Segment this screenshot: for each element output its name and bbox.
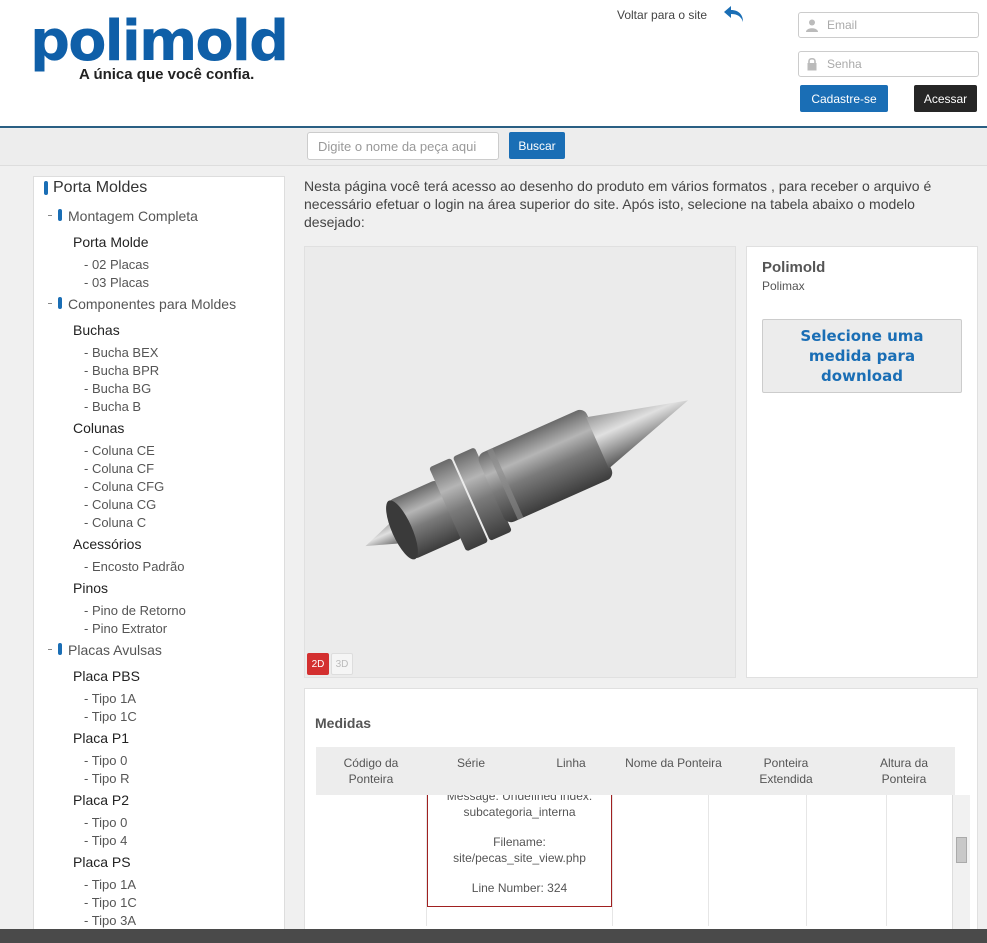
sidebar-subgroup-placa-p1[interactable]: Placa P1 — [73, 730, 129, 746]
sidebar-item-coluna-cf[interactable]: - Coluna CF — [84, 461, 154, 476]
register-button[interactable]: Cadastre-se — [800, 85, 888, 112]
medidas-title: Medidas — [315, 715, 372, 731]
medidas-panel: Medidas Código da Ponteira Série Linha N… — [304, 688, 978, 943]
product-name: Polimax — [762, 279, 805, 293]
sidebar-item-coluna-cfg[interactable]: - Coluna CFG — [84, 479, 164, 494]
sidebar-subgroup-placa-p2[interactable]: Placa P2 — [73, 792, 129, 808]
part-search-input[interactable] — [307, 132, 499, 160]
sidebar-item-coluna-c[interactable]: - Coluna C — [84, 515, 146, 530]
sidebar-item-bucha-bpr[interactable]: - Bucha BPR — [84, 363, 159, 378]
email-input[interactable] — [827, 16, 975, 34]
sidebar-subgroup-porta-molde[interactable]: Porta Molde — [73, 234, 148, 250]
scroll-thumb[interactable] — [956, 837, 967, 863]
back-to-site-link[interactable]: Voltar para o site — [617, 8, 707, 22]
category-sidebar: Porta Moldes Montagem Completa Porta Mol… — [33, 176, 285, 943]
sidebar-item-02-placas[interactable]: - 02 Placas — [84, 257, 149, 272]
sidebar-subgroup-colunas[interactable]: Colunas — [73, 420, 124, 436]
search-button[interactable]: Buscar — [509, 132, 565, 159]
sidebar-item-ps-tipo-1c[interactable]: - Tipo 1C — [84, 895, 137, 910]
sidebar-item-p1-tipo-0[interactable]: - Tipo 0 — [84, 753, 127, 768]
login-button[interactable]: Acessar — [914, 85, 977, 112]
view-2d-toggle[interactable]: 2D — [307, 653, 329, 675]
sidebar-item-bucha-bex[interactable]: - Bucha BEX — [84, 345, 158, 360]
sidebar-item-bucha-b[interactable]: - Bucha B — [84, 399, 141, 414]
sidebar-item-p2-tipo-0[interactable]: - Tipo 0 — [84, 815, 127, 830]
sidebar-title[interactable]: Porta Moldes — [53, 179, 147, 197]
email-field[interactable] — [798, 12, 979, 38]
logo-wordmark: polimold — [30, 9, 289, 74]
sidebar-item-ps-tipo-1a[interactable]: - Tipo 1A — [84, 877, 136, 892]
sidebar-item-p1-tipo-r[interactable]: - Tipo R — [84, 771, 130, 786]
col-serie[interactable]: Série — [436, 755, 506, 771]
col-nome-ponteira[interactable]: Nome da Ponteira — [616, 755, 731, 771]
select-size-download-button[interactable]: Selecione uma medida para download — [762, 319, 962, 393]
php-error-message: Message: Undefined index: subcategoria_i… — [427, 795, 612, 907]
col-codigo-ponteira[interactable]: Código da Ponteira — [326, 755, 416, 787]
table-header: Código da Ponteira Série Linha Nome da P… — [316, 747, 955, 795]
sidebar-item-coluna-cg[interactable]: - Coluna CG — [84, 497, 156, 512]
table-body: Message: Undefined index: subcategoria_i… — [316, 795, 955, 926]
error-message: Message: Undefined index: subcategoria_i… — [446, 795, 593, 819]
sidebar-item-bucha-bg[interactable]: - Bucha BG — [84, 381, 151, 396]
sidebar-group-componentes[interactable]: Componentes para Moldes — [68, 296, 236, 312]
sidebar-subgroup-placa-ps[interactable]: Placa PS — [73, 854, 131, 870]
sidebar-subgroup-placa-pbs[interactable]: Placa PBS — [73, 668, 140, 684]
col-linha[interactable]: Linha — [536, 755, 606, 771]
sidebar-item-encosto-padrao[interactable]: - Encosto Padrão — [84, 559, 184, 574]
category-marker — [44, 181, 48, 195]
password-input[interactable] — [827, 55, 975, 73]
password-field[interactable] — [798, 51, 979, 77]
sidebar-item-pbs-tipo-1c[interactable]: - Tipo 1C — [84, 709, 137, 724]
sidebar-item-pbs-tipo-1a[interactable]: - Tipo 1A — [84, 691, 136, 706]
sidebar-item-03-placas[interactable]: - 03 Placas — [84, 275, 149, 290]
product-info-panel: Polimold Polimax Selecione uma medida pa… — [746, 246, 978, 678]
sidebar-subgroup-acessorios[interactable]: Acessórios — [73, 536, 141, 552]
sidebar-item-pino-extrator[interactable]: - Pino Extrator — [84, 621, 167, 636]
reply-arrow-icon[interactable] — [722, 3, 746, 25]
sidebar-item-p2-tipo-4[interactable]: - Tipo 4 — [84, 833, 127, 848]
sidebar-subgroup-pinos[interactable]: Pinos — [73, 580, 108, 596]
intro-text: Nesta página você terá acesso ao desenho… — [304, 178, 932, 230]
view-3d-toggle[interactable]: 3D — [331, 653, 353, 675]
col-ponteira-extendida[interactable]: Ponteira Extendida — [746, 755, 826, 787]
table-scrollbar[interactable] — [952, 795, 970, 930]
logo-tagline: A única que você confia. — [79, 66, 255, 83]
user-icon — [806, 19, 818, 32]
polimold-logo[interactable]: polimold A única que você confia. — [30, 9, 289, 90]
header: polimold A única que você confia. Voltar… — [0, 0, 987, 128]
error-filename: Filename: site/pecas_site_view.php — [453, 835, 586, 865]
sidebar-subgroup-buchas[interactable]: Buchas — [73, 322, 120, 338]
lock-icon — [807, 57, 817, 71]
error-line: Line Number: 324 — [471, 881, 568, 895]
sidebar-item-ps-tipo-3a[interactable]: - Tipo 3A — [84, 913, 136, 928]
search-bar: Buscar — [0, 129, 987, 166]
sidebar-item-pino-retorno[interactable]: - Pino de Retorno — [84, 603, 186, 618]
sidebar-item-coluna-ce[interactable]: - Coluna CE — [84, 443, 155, 458]
bottom-bar — [0, 929, 987, 943]
product-viewer[interactable] — [304, 246, 736, 678]
sidebar-group-montagem-completa[interactable]: Montagem Completa — [68, 208, 198, 224]
product-brand: Polimold — [762, 259, 826, 276]
sidebar-group-placas-avulsas[interactable]: Placas Avulsas — [68, 642, 162, 658]
col-altura-ponteira[interactable]: Altura da Ponteira — [864, 755, 944, 787]
product-render-image — [365, 400, 689, 560]
